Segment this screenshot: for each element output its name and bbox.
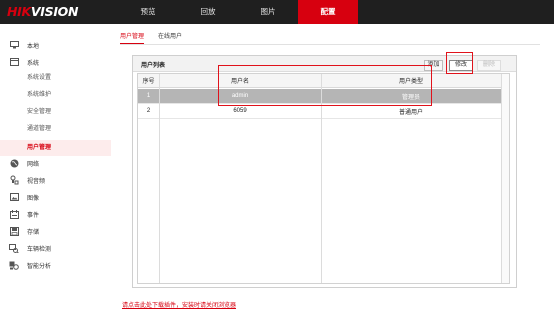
sidebar-item-label: 本地	[27, 43, 40, 50]
user-list-header: 用户列表 添加 修改 删除	[133, 56, 516, 72]
nav-preview[interactable]: 预览	[118, 0, 178, 24]
user-list-title: 用户列表	[141, 63, 166, 69]
delete-button[interactable]: 删除	[477, 60, 501, 71]
column-divider	[321, 74, 322, 283]
table-row[interactable]: 1 admin 管理员	[138, 89, 509, 104]
tab-user-management[interactable]: 用户管理	[120, 30, 145, 44]
top-bar: HIKVISION 预览 回放 图片 配置	[0, 0, 554, 24]
sidebar-item-system[interactable]: 系统	[0, 54, 111, 70]
column-header-user-type: 用户类型	[398, 79, 423, 85]
sidebar-item-label: 智能分析	[27, 263, 52, 270]
sidebar-item-image[interactable]: 图像	[0, 189, 111, 205]
nav-playback[interactable]: 回放	[178, 0, 238, 24]
nav-picture[interactable]: 图片	[238, 0, 298, 24]
nav-configuration[interactable]: 配置	[298, 0, 358, 24]
table-scrollbar[interactable]	[501, 74, 509, 283]
sidebar-item-label: 图像	[27, 195, 40, 202]
microphone-icon	[9, 175, 19, 185]
sidebar-item-label: 视音频	[27, 178, 46, 185]
table-header: 序号 用户名 用户类型	[138, 74, 509, 88]
user-table: 序号 用户名 用户类型 1 admin 管理员 2 6059 普通用户	[137, 73, 510, 284]
sidebar-active-highlight	[0, 140, 111, 156]
sidebar-item-label: 车辆检测	[27, 246, 52, 253]
sidebar-item-vehicle-detection[interactable]: 车辆检测	[0, 240, 111, 256]
monitor-icon	[9, 40, 19, 50]
plugin-download-link[interactable]: 请点击此处下载插件，安装时请关闭浏览器	[122, 300, 236, 309]
calendar-icon	[9, 209, 19, 219]
row-index: 2	[146, 108, 151, 114]
sidebar-sub-system-maintenance[interactable]: 系统维护	[27, 87, 51, 103]
hikvision-logo: HIKVISION	[7, 4, 79, 19]
row-index: 1	[146, 93, 151, 99]
save-icon	[9, 226, 19, 236]
edit-button[interactable]: 修改	[449, 60, 473, 71]
row-username: 6059	[233, 108, 247, 114]
sidebar-item-label: 存储	[27, 229, 40, 236]
column-header-index: 序号	[142, 79, 155, 85]
sidebar-item-label: 系统	[27, 60, 40, 67]
sidebar-sub-channel[interactable]: 通道管理	[27, 121, 51, 137]
sidebar-sub-user-management[interactable]: 用户管理	[27, 140, 51, 156]
column-divider	[159, 74, 160, 283]
content-tabs: 用户管理 在线用户	[120, 30, 196, 44]
user-list-panel: 用户列表 添加 修改 删除 序号 用户名 用户类型 1 admin 管理员 2 …	[132, 55, 517, 288]
smart-analysis-icon	[9, 260, 19, 270]
sidebar-item-label: 网络	[27, 161, 40, 168]
tabs-divider	[120, 44, 540, 45]
sidebar-item-network[interactable]: 网络	[0, 155, 111, 171]
table-row[interactable]: 2 6059 普通用户	[138, 104, 509, 119]
globe-icon	[9, 158, 19, 168]
row-user-type: 普通用户	[398, 109, 423, 116]
sidebar-sub-security[interactable]: 安全管理	[27, 104, 51, 120]
sidebar: 本地 系统 系统设置 系统维护 安全管理 通道管理 用户管理 网络 视音频 图像…	[0, 24, 111, 330]
sidebar-item-storage[interactable]: 存储	[0, 223, 111, 239]
image-icon	[9, 192, 19, 202]
car-detect-icon	[9, 243, 19, 253]
sidebar-item-label: 事件	[27, 212, 40, 219]
sidebar-item-video-audio[interactable]: 视音频	[0, 172, 111, 188]
system-icon	[9, 57, 19, 67]
row-username: admin	[231, 93, 249, 99]
sidebar-sub-system-settings[interactable]: 系统设置	[27, 70, 51, 86]
add-button[interactable]: 添加	[424, 60, 443, 71]
sidebar-item-local[interactable]: 本地	[0, 37, 111, 53]
sidebar-item-smart-analysis[interactable]: 智能分析	[0, 257, 111, 273]
top-navigation: 预览 回放 图片 配置	[118, 0, 358, 24]
sidebar-item-event[interactable]: 事件	[0, 206, 111, 222]
tab-online-users[interactable]: 在线用户	[158, 30, 182, 44]
column-header-username: 用户名	[230, 79, 249, 85]
row-user-type: 管理员	[401, 94, 420, 101]
